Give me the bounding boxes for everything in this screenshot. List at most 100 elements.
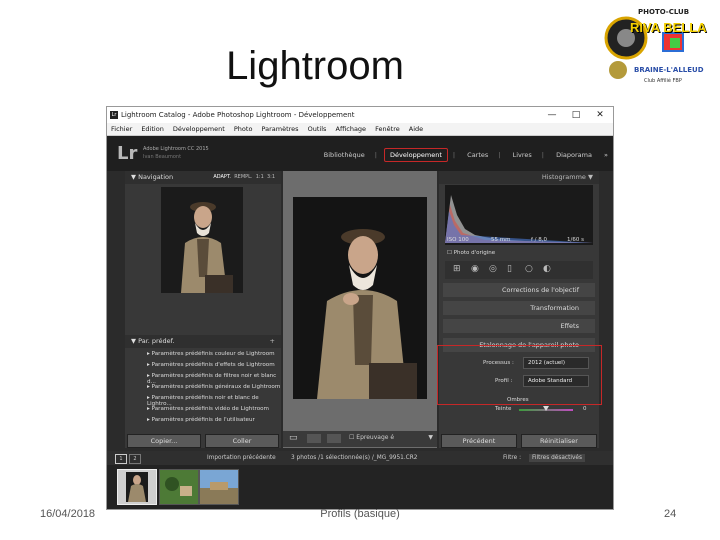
tool-strip: ⊞ ◉ ◎ ▯ ○ ◐ (445, 261, 593, 279)
paste-settings-button[interactable]: Coller (205, 434, 279, 448)
lightroom-window: Lr Lightroom Catalog - Adobe Photoshop L… (106, 106, 614, 510)
thumbnail[interactable] (159, 469, 199, 505)
crop-tool-icon[interactable]: ⊞ (453, 264, 461, 274)
preset-folder[interactable]: ▸ Paramètres prédéfinis généraux de Ligh… (147, 384, 280, 390)
menu-developpement[interactable]: Développement (173, 125, 225, 133)
presets-header[interactable]: ▼ Par. prédef. + (125, 335, 281, 348)
preset-label: Paramètres prédéfinis vidéo de Lightroom (151, 406, 269, 412)
toolbar-menu-icon[interactable]: ▼ (428, 434, 433, 441)
effects-section[interactable]: Effets (443, 319, 595, 333)
histogram-aperture: f / 8,0 (531, 237, 548, 243)
menu-edition[interactable]: Edition (141, 125, 164, 133)
close-button[interactable]: ✕ (589, 107, 611, 123)
loupe-view-icon[interactable]: ▭ (289, 433, 298, 443)
preset-label: Paramètres prédéfinis couleur de Lightro… (151, 351, 275, 357)
slide-title: Lightroom (226, 44, 404, 88)
menu-parametres[interactable]: Paramètres (262, 125, 299, 133)
image-toolbar: ▭ ☐ Epreuvage é ▼ (283, 431, 437, 447)
histogram-chart: ISO 100 55 mm f / 8,0 1/60 s (445, 185, 593, 245)
menu-aide[interactable]: Aide (409, 125, 423, 133)
transformation-section[interactable]: Transformation (443, 301, 595, 315)
logo-line1: PHOTO-CLUB (638, 8, 690, 16)
preset-folder[interactable]: ▸ Paramètres prédéfinis de l'utilisateur (147, 417, 255, 423)
copy-settings-button[interactable]: Copier... (127, 434, 201, 448)
add-preset-icon[interactable]: + (270, 335, 275, 348)
menu-fichier[interactable]: Fichier (111, 125, 132, 133)
module-diaporama[interactable]: Diaporama (551, 149, 597, 161)
user-name: Ivan Beaumont (143, 154, 182, 160)
module-cartes[interactable]: Cartes (462, 149, 493, 161)
filter-label: Filtre : (503, 455, 522, 461)
section-label: Transformation (530, 304, 579, 312)
tint-value: 0 (583, 406, 587, 412)
lens-corrections-section[interactable]: Corrections de l'objectif (443, 283, 595, 297)
histogram-iso: ISO 100 (447, 237, 469, 243)
preset-label: Paramètres prédéfinis de l'utilisateur (151, 417, 255, 423)
navigator-preview[interactable] (161, 187, 243, 293)
minimize-button[interactable]: — (541, 107, 563, 123)
right-panel: Histogramme ▼ ISO 100 55 mm f / 8,0 1/60… (439, 171, 599, 448)
preset-folder[interactable]: ▸ Paramètres prédéfinis couleur de Light… (147, 351, 275, 357)
navigator-header[interactable]: ▼ Navigation ADAPT. REMPL. 1:1 3:1 (125, 171, 281, 184)
maximize-button[interactable]: □ (565, 107, 587, 123)
logo-line2: RIVA BELLA (630, 20, 707, 35)
menubar: Fichier Edition Développement Photo Para… (107, 123, 613, 136)
original-photo-checkbox[interactable]: ☐ Photo d'origine (447, 250, 495, 256)
thumbnail[interactable] (117, 469, 157, 505)
preset-label: Paramètres prédéfinis d'effets de Lightr… (151, 362, 275, 368)
menu-affichage[interactable]: Affichage (336, 125, 367, 133)
histogram-header[interactable]: Histogramme ▼ (439, 171, 599, 184)
menu-fenetre[interactable]: Fenêtre (375, 125, 400, 133)
histogram-title: Histogramme (541, 173, 586, 181)
preset-label: Paramètres prédéfinis généraux de Lightr… (151, 384, 281, 390)
swap-icon[interactable] (327, 434, 341, 443)
adjustment-brush-icon[interactable]: ◐ (543, 264, 551, 274)
reset-button[interactable]: Réinitialiser (521, 434, 597, 448)
page-1-button[interactable]: 1 (115, 454, 127, 464)
tint-label: Teinte (495, 406, 512, 412)
filmstrip (107, 465, 613, 509)
lr-logo: Lr (117, 143, 138, 164)
club-logo: PHOTO-CLUB RIVA BELLA BRAINE-L'ALLEUD Cl… (604, 6, 716, 90)
filmstrip-source[interactable]: Importation précédente (207, 451, 276, 465)
nav-option-rempl[interactable]: REMPL. (234, 174, 252, 180)
more-modules-icon[interactable]: » (599, 149, 613, 161)
spot-removal-icon[interactable]: ◉ (471, 264, 479, 274)
preset-folder[interactable]: ▸ Paramètres prédéfinis d'effets de Ligh… (147, 362, 275, 368)
thumbnail[interactable] (199, 469, 239, 505)
nav-option-adapt[interactable]: ADAPT. (213, 174, 231, 180)
menu-photo[interactable]: Photo (234, 125, 253, 133)
logo-line4: Club Affilié FBP (644, 78, 682, 84)
filmstrip-bar: 1 2 Importation précédente 3 photos /1 s… (107, 451, 613, 465)
presets-title: Par. prédef. (138, 337, 175, 345)
slide-page-number: 24 (664, 508, 677, 520)
red-eye-icon[interactable]: ◎ (489, 264, 497, 274)
page-2-button[interactable]: 2 (129, 454, 141, 464)
filter-dropdown[interactable]: Filtres désactivés (529, 454, 585, 462)
before-after-icon[interactable] (307, 434, 321, 443)
section-label: Effets (560, 322, 579, 330)
nav-option-1-1[interactable]: 1:1 (256, 174, 264, 180)
menu-outils[interactable]: Outils (308, 125, 327, 133)
navigator-title: Navigation (138, 173, 174, 181)
radial-filter-icon[interactable]: ○ (525, 264, 533, 274)
module-developpement[interactable]: Développement (383, 148, 448, 162)
graduated-filter-icon[interactable]: ▯ (507, 264, 512, 274)
filmstrip-info[interactable]: 3 photos /1 sélectionnée(s) /_MG_9951.CR… (291, 451, 417, 465)
module-livres[interactable]: Livres (508, 149, 537, 161)
nav-option-3-1[interactable]: 3:1 (267, 174, 275, 180)
slide-date: 16/04/2018 (40, 508, 96, 520)
calibration-highlight (437, 345, 602, 405)
section-label: Corrections de l'objectif (502, 286, 579, 294)
preset-folder[interactable]: ▸ Paramètres prédéfinis vidéo de Lightro… (147, 406, 269, 412)
original-photo-label: Photo d'origine (453, 250, 496, 256)
previous-button[interactable]: Précédent (441, 434, 517, 448)
identity-plate: Lr Adobe Lightroom CC 2015 Ivan Beaumont… (107, 136, 613, 171)
tint-slider-thumb[interactable] (543, 406, 549, 411)
main-photo[interactable] (293, 197, 427, 399)
product-name: Adobe Lightroom CC 2015 (143, 146, 209, 152)
module-bibliotheque[interactable]: Bibliothèque (319, 149, 370, 161)
module-picker: Bibliothèque | Développement | Cartes | Liv… (319, 148, 613, 162)
main-image-area (283, 171, 437, 448)
softproof-checkbox[interactable]: ☐ Epreuvage é (349, 434, 394, 441)
